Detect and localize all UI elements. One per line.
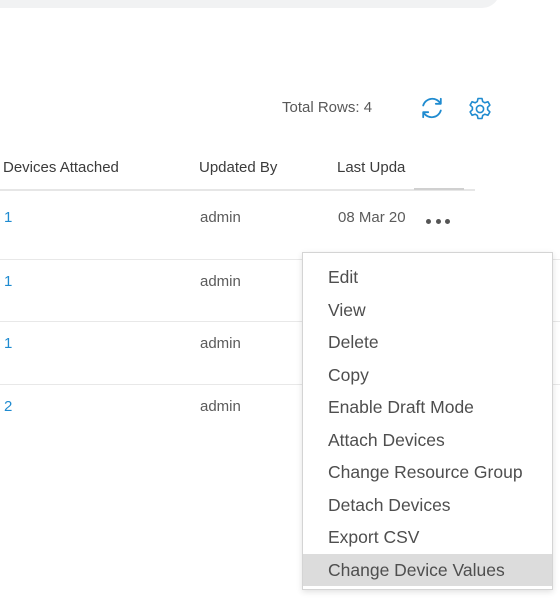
menu-item-copy[interactable]: Copy <box>303 359 552 392</box>
devices-attached-link[interactable]: 1 <box>4 273 12 290</box>
updated-by-cell: admin <box>200 335 241 352</box>
devices-attached-link[interactable]: 1 <box>4 209 12 226</box>
last-updated-cell: 08 Mar 20 <box>338 209 406 226</box>
column-header-devices-attached[interactable]: Devices Attached <box>3 159 119 176</box>
updated-by-cell: admin <box>200 273 241 290</box>
menu-item-change-resource-group[interactable]: Change Resource Group <box>303 456 552 489</box>
row-actions-menu: Edit View Delete Copy Enable Draft Mode … <box>302 252 553 590</box>
column-resize-indicator <box>414 188 464 190</box>
menu-item-enable-draft-mode[interactable]: Enable Draft Mode <box>303 391 552 424</box>
menu-item-edit[interactable]: Edit <box>303 261 552 294</box>
devices-attached-link[interactable]: 2 <box>4 398 12 415</box>
menu-item-detach-devices[interactable]: Detach Devices <box>303 489 552 522</box>
dot-icon <box>435 218 441 224</box>
menu-item-export-csv[interactable]: Export CSV <box>303 521 552 554</box>
more-actions-button[interactable] <box>426 216 450 226</box>
dot-icon <box>426 218 431 224</box>
menu-item-change-device-values[interactable]: Change Device Values <box>303 553 552 586</box>
column-header-last-updated[interactable]: Last Upda <box>337 159 413 176</box>
refresh-icon[interactable] <box>418 94 446 122</box>
menu-item-attach-devices[interactable]: Attach Devices <box>303 424 552 457</box>
menu-item-delete[interactable]: Delete <box>303 326 552 359</box>
header-divider <box>0 189 475 191</box>
devices-attached-link[interactable]: 1 <box>4 335 12 352</box>
menu-item-view[interactable]: View <box>303 294 552 327</box>
updated-by-cell: admin <box>200 209 241 226</box>
gear-icon[interactable] <box>466 95 494 123</box>
top-panel <box>0 0 500 8</box>
updated-by-cell: admin <box>200 398 241 415</box>
total-rows-count: Total Rows: 4 <box>282 99 373 116</box>
column-header-updated-by[interactable]: Updated By <box>199 159 277 176</box>
dot-icon <box>445 218 450 224</box>
